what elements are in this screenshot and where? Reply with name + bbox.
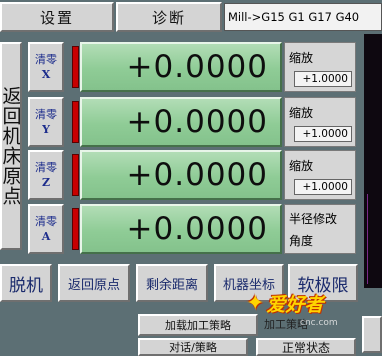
radius-correction-label: 半径修改 [289, 212, 338, 226]
toolpath-display-edge [364, 34, 382, 288]
tab-diagnose[interactable]: 诊断 [116, 2, 222, 32]
scale-z-value[interactable]: +1.0000 [294, 179, 352, 195]
load-strategy-button[interactable]: 加载加工策略 [138, 314, 258, 336]
dro-x-value: +0.0000 [126, 49, 268, 85]
axis-y-indicator [72, 101, 79, 143]
axis-x-letter: X [41, 68, 51, 81]
scale-z-label: 缩放 [289, 159, 314, 173]
dro-y-value: +0.0000 [126, 104, 268, 140]
distance-to-go-button[interactable]: 剩余距离 [136, 264, 208, 302]
scale-y-label: 缩放 [289, 106, 314, 120]
dro-x-display: +0.0000 [80, 42, 282, 92]
clear-a-button[interactable]: 清零 A [28, 204, 64, 254]
scale-x-value[interactable]: +1.0000 [294, 71, 352, 87]
watermark-logo: ✦ 爱好者 [246, 290, 362, 316]
clear-z-label: 清零 [35, 161, 57, 174]
clear-y-button[interactable]: 清零 Y [28, 97, 64, 147]
clear-y-label: 清零 [35, 108, 57, 121]
toolpath-line [367, 194, 368, 284]
scale-x-panel: 缩放 +1.0000 [284, 42, 356, 92]
tab-settings[interactable]: 设置 [0, 2, 114, 32]
dialog-strategy-button[interactable]: 对话/策略 [138, 338, 248, 356]
watermark-mark-icon: ✦ [246, 290, 265, 316]
angle-label: 角度 [289, 234, 314, 248]
dro-y-display: +0.0000 [80, 97, 282, 147]
axis-y-letter: Y [42, 123, 50, 136]
dro-a-value: +0.0000 [126, 211, 268, 247]
go-home-button[interactable]: 返回原点 [58, 264, 130, 302]
return-machine-home-button[interactable]: 返回机床原点 [0, 42, 22, 250]
clear-x-label: 清零 [35, 53, 57, 66]
axis-z-letter: Z [41, 176, 51, 189]
scale-y-value[interactable]: +1.0000 [294, 126, 352, 142]
axis-x-indicator [72, 46, 79, 88]
watermark-logo-text: 爱好者 [266, 293, 324, 316]
dro-z-value: +0.0000 [126, 157, 268, 193]
axis-z-indicator [72, 154, 79, 196]
axis-a-letter: A [41, 230, 51, 243]
offline-button[interactable]: 脱机 [0, 264, 52, 302]
watermark-site: cnc.com [300, 318, 338, 328]
scale-z-panel: 缩放 +1.0000 [284, 150, 356, 200]
clear-a-label: 清零 [35, 215, 57, 228]
dro-a-display: +0.0000 [80, 204, 282, 254]
dro-z-display: +0.0000 [80, 150, 282, 200]
clear-z-button[interactable]: 清零 Z [28, 150, 64, 200]
status-display: 正常状态 [256, 338, 356, 356]
scale-x-label: 缩放 [289, 51, 314, 65]
axis-a-indicator [72, 208, 79, 250]
gcode-status-display: Mill->G15 G1 G17 G40 [224, 3, 382, 31]
scale-y-panel: 缩放 +1.0000 [284, 97, 356, 147]
clear-x-button[interactable]: 清零 X [28, 42, 64, 92]
radius-correction-panel: 半径修改 角度 [284, 204, 356, 254]
